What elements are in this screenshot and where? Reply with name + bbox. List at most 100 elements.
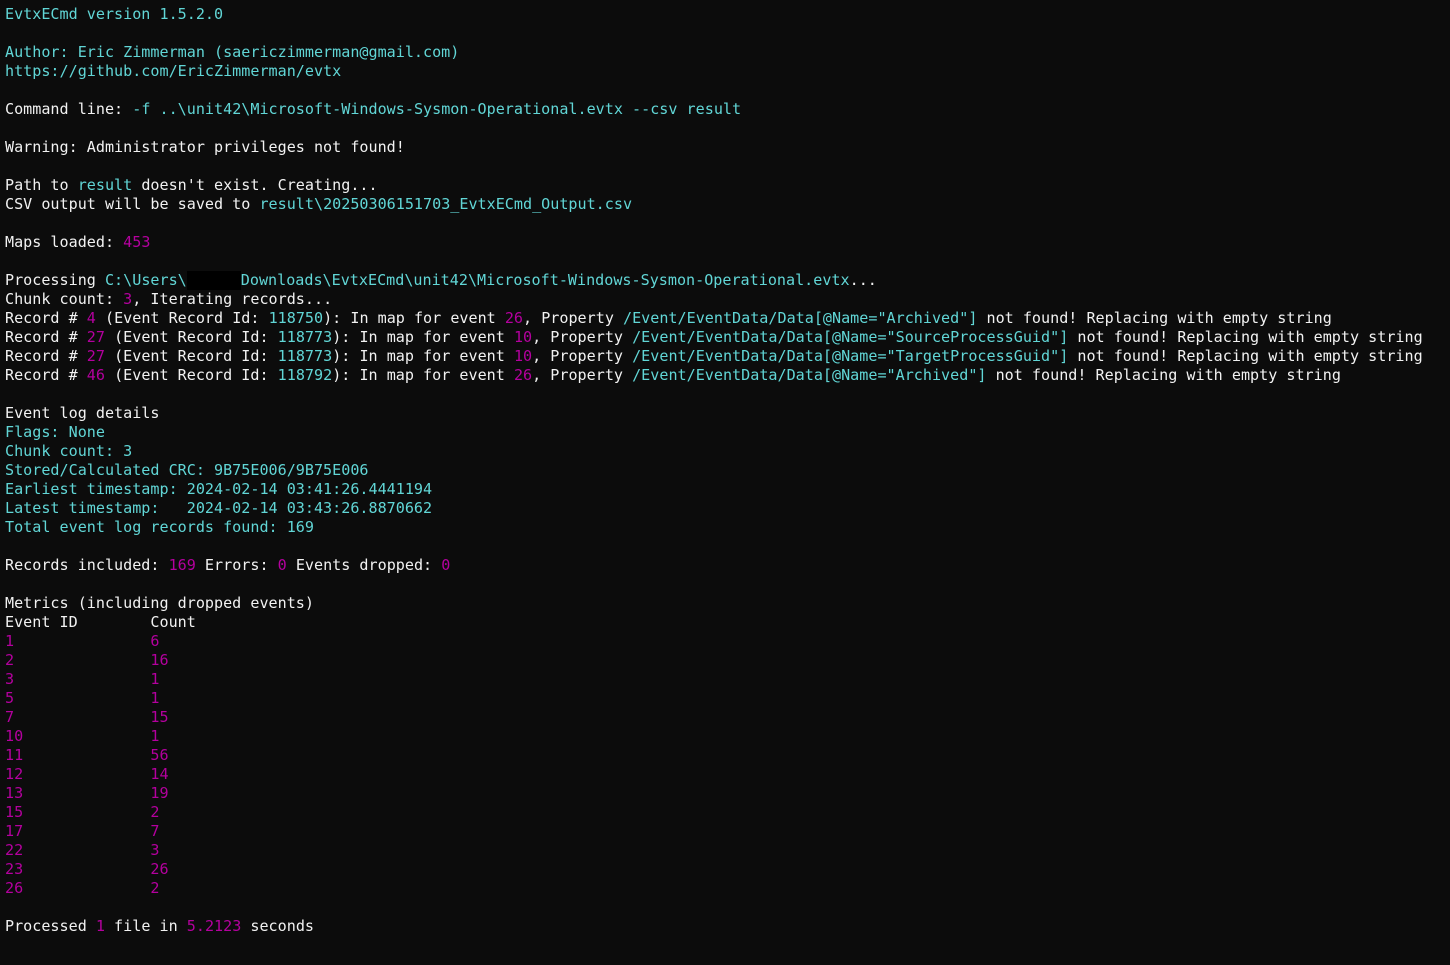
- terminal-text: 2: [150, 803, 160, 821]
- terminal-text: 16: [150, 651, 169, 669]
- terminal-text: 7: [5, 708, 151, 726]
- terminal-text: Record #: [5, 309, 87, 327]
- terminal-line: Event log details: [5, 404, 1450, 423]
- terminal-text: (Event Record Id:: [104, 366, 278, 384]
- terminal-text: Chunk count: 3: [5, 442, 133, 460]
- terminal-text: 2: [5, 651, 151, 669]
- terminal-text: Event log details: [5, 404, 160, 422]
- terminal-text: Total event log records found: 169: [5, 518, 314, 536]
- terminal-text: 15: [150, 708, 169, 726]
- terminal-text: 46: [86, 366, 105, 384]
- terminal-text: 0: [277, 556, 287, 574]
- terminal-text: Author: Eric Zimmerman (saericzimmerman@…: [5, 43, 460, 61]
- terminal-text: 3: [123, 290, 133, 308]
- terminal-text: Stored/Calculated CRC: 9B75E006/9B75E006: [5, 461, 369, 479]
- terminal-line: Metrics (including dropped events): [5, 594, 1450, 613]
- terminal-text: 118792: [277, 366, 333, 384]
- terminal-line: Flags: None: [5, 423, 1450, 442]
- terminal-line: Total event log records found: 169: [5, 518, 1450, 537]
- terminal-text: ): In map for event: [332, 366, 514, 384]
- terminal-text: Metrics (including dropped events): [5, 594, 314, 612]
- terminal-text: 56: [150, 746, 169, 764]
- terminal-text: 10: [513, 328, 533, 346]
- terminal-text: (Event Record Id:: [104, 347, 278, 365]
- terminal-text: C:\Users\: [104, 271, 187, 289]
- terminal-text: 26: [5, 879, 151, 897]
- terminal-text: 26: [150, 860, 169, 878]
- terminal-line: CSV output will be saved to result\20250…: [5, 195, 1450, 214]
- terminal-text: 26: [513, 366, 533, 384]
- terminal-text: 12: [5, 765, 151, 783]
- terminal-text: 1: [150, 689, 160, 707]
- terminal-line: EvtxECmd version 1.5.2.0: [5, 5, 1450, 24]
- terminal-line: Record # 27 (Event Record Id: 118773): I…: [5, 328, 1450, 347]
- terminal-text: Events dropped:: [286, 556, 442, 574]
- terminal-text: doesn't exist. Creating...: [132, 176, 378, 194]
- terminal-line: 5 1: [5, 689, 1450, 708]
- terminal-line: Chunk count: 3: [5, 442, 1450, 461]
- terminal-text: 27: [86, 347, 105, 365]
- terminal-text: 22: [5, 841, 151, 859]
- terminal-line: Record # 4 (Event Record Id: 118750): In…: [5, 309, 1450, 328]
- terminal-text: /Event/EventData/Data[@Name="TargetProce…: [632, 347, 1069, 365]
- terminal-text: 2: [150, 879, 160, 897]
- terminal-text: seconds: [241, 917, 314, 935]
- terminal-text: , Property: [532, 347, 633, 365]
- terminal-line: Latest timestamp: 2024-02-14 03:43:26.88…: [5, 499, 1450, 518]
- terminal-text: , Property: [523, 309, 623, 327]
- terminal-line: Chunk count: 3, Iterating records...: [5, 290, 1450, 309]
- terminal-line: 22 3: [5, 841, 1450, 860]
- terminal-line: 3 1: [5, 670, 1450, 689]
- terminal-text: Record #: [5, 328, 87, 346]
- terminal-line: https://github.com/EricZimmerman/evtx: [5, 62, 1450, 81]
- terminal-line: 17 7: [5, 822, 1450, 841]
- terminal-line: Processing C:\Users\ Downloads\EvtxECmd\u…: [5, 271, 1450, 290]
- terminal-line: 11 56: [5, 746, 1450, 765]
- terminal-text: (Event Record Id:: [104, 328, 278, 346]
- terminal-text: file in: [104, 917, 187, 935]
- terminal-line: Records included: 169 Errors: 0 Events d…: [5, 556, 1450, 575]
- terminal-text: Processing: [5, 271, 105, 289]
- terminal-line: Earliest timestamp: 2024-02-14 03:41:26.…: [5, 480, 1450, 499]
- terminal-line: Processed 1 file in 5.2123 seconds: [5, 917, 1450, 936]
- terminal-text: 15: [5, 803, 151, 821]
- terminal-text: 5.2123: [186, 917, 242, 935]
- terminal-text: Flags: None: [5, 423, 105, 441]
- terminal-text: 11: [5, 746, 151, 764]
- terminal-text: Records included:: [5, 556, 169, 574]
- terminal-text: ): In map for event: [332, 347, 514, 365]
- terminal-text: 3: [5, 670, 151, 688]
- terminal-text: 23: [5, 860, 151, 878]
- redacted-username: [186, 271, 241, 290]
- terminal-text: 169: [168, 556, 196, 574]
- terminal-text: 19: [150, 784, 169, 802]
- terminal-text: Errors:: [195, 556, 278, 574]
- terminal-text: 118750: [268, 309, 324, 327]
- terminal-text: Maps loaded:: [5, 233, 124, 251]
- terminal-text: 5: [5, 689, 151, 707]
- terminal-text: CSV output will be saved to: [5, 195, 260, 213]
- terminal-text: 26: [504, 309, 524, 327]
- terminal-line: Path to result doesn't exist. Creating..…: [5, 176, 1450, 195]
- terminal-text: 3: [150, 841, 160, 859]
- terminal-text: Event ID Count: [5, 613, 196, 631]
- terminal-text: -f ..\unit42\Microsoft-Windows-Sysmon-Op…: [132, 100, 742, 118]
- terminal-line: 1 6: [5, 632, 1450, 651]
- terminal-text: , Property: [532, 366, 633, 384]
- terminal-text: 10: [5, 727, 151, 745]
- terminal-output[interactable]: EvtxECmd version 1.5.2.0 Author: Eric Zi…: [0, 0, 1450, 965]
- terminal-line: Stored/Calculated CRC: 9B75E006/9B75E006: [5, 461, 1450, 480]
- terminal-line: Warning: Administrator privileges not fo…: [5, 138, 1450, 157]
- terminal-text: 4: [86, 309, 96, 327]
- terminal-text: 1: [150, 727, 160, 745]
- terminal-text: Record #: [5, 366, 87, 384]
- terminal-text: 27: [86, 328, 105, 346]
